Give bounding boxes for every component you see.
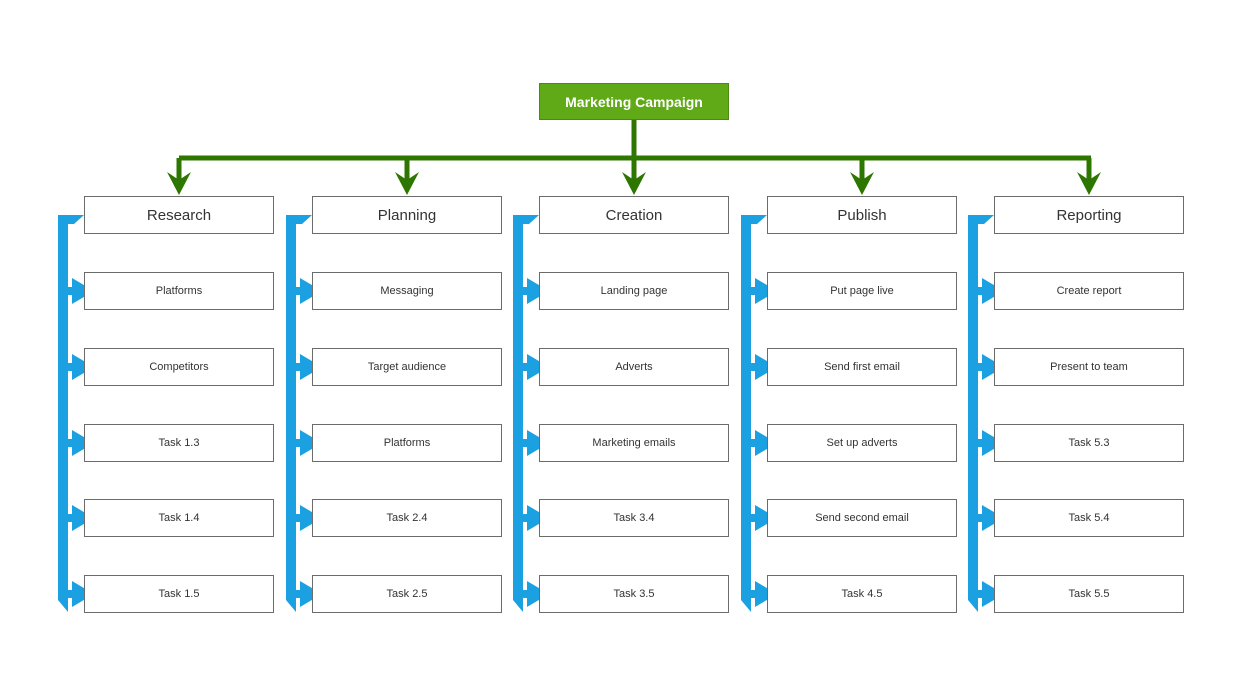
branch-stub	[58, 590, 72, 598]
phase-node-publish[interactable]: Publish	[767, 196, 957, 234]
task-node[interactable]: Task 1.5	[84, 575, 274, 613]
task-node[interactable]: Task 1.3	[84, 424, 274, 462]
task-node[interactable]: Send first email	[767, 348, 957, 386]
task-rail	[741, 215, 767, 612]
task-rail	[58, 215, 84, 612]
task-node[interactable]: Task 3.4	[539, 499, 729, 537]
task-node[interactable]: Task 1.4	[84, 499, 274, 537]
branch-stub	[968, 363, 982, 371]
task-rail	[968, 215, 994, 612]
branch-stub	[968, 287, 982, 295]
task-node[interactable]: Task 5.5	[994, 575, 1184, 613]
phase-node-planning[interactable]: Planning	[312, 196, 502, 234]
task-node[interactable]: Put page live	[767, 272, 957, 310]
branch-stub	[58, 514, 72, 522]
task-node[interactable]: Landing page	[539, 272, 729, 310]
branch-stub	[513, 287, 527, 295]
branch-stub	[741, 363, 755, 371]
root-node-marketing-campaign[interactable]: Marketing Campaign	[539, 83, 729, 120]
task-node[interactable]: Task 5.4	[994, 499, 1184, 537]
task-node[interactable]: Messaging	[312, 272, 502, 310]
task-node[interactable]: Present to team	[994, 348, 1184, 386]
task-node[interactable]: Competitors	[84, 348, 274, 386]
branch-stub	[513, 439, 527, 447]
phase-node-reporting[interactable]: Reporting	[994, 196, 1184, 234]
task-rail	[513, 215, 539, 612]
branch-stub	[58, 287, 72, 295]
task-node[interactable]: Send second email	[767, 499, 957, 537]
task-node[interactable]: Task 5.3	[994, 424, 1184, 462]
task-node[interactable]: Task 2.4	[312, 499, 502, 537]
branch-stub	[741, 287, 755, 295]
task-node[interactable]: Create report	[994, 272, 1184, 310]
branch-stub	[968, 590, 982, 598]
root-connectors	[167, 120, 1101, 195]
branch-stub	[968, 514, 982, 522]
task-node[interactable]: Adverts	[539, 348, 729, 386]
branch-stub	[513, 590, 527, 598]
branch-stub	[741, 514, 755, 522]
task-node[interactable]: Platforms	[84, 272, 274, 310]
task-node[interactable]: Platforms	[312, 424, 502, 462]
task-node[interactable]: Marketing emails	[539, 424, 729, 462]
phase-node-research[interactable]: Research	[84, 196, 274, 234]
task-node[interactable]: Task 2.5	[312, 575, 502, 613]
phase-node-creation[interactable]: Creation	[539, 196, 729, 234]
branch-stub	[286, 363, 300, 371]
task-node[interactable]: Task 3.5	[539, 575, 729, 613]
branch-stub	[513, 363, 527, 371]
task-node[interactable]: Set up adverts	[767, 424, 957, 462]
task-rail	[286, 215, 312, 612]
branch-stub	[286, 439, 300, 447]
task-node[interactable]: Target audience	[312, 348, 502, 386]
task-node[interactable]: Task 4.5	[767, 575, 957, 613]
branch-stub	[286, 590, 300, 598]
branch-stub	[741, 439, 755, 447]
branch-stub	[286, 514, 300, 522]
branch-stub	[741, 590, 755, 598]
branch-stub	[58, 363, 72, 371]
branch-stub	[58, 439, 72, 447]
branch-stub	[286, 287, 300, 295]
branch-stub	[968, 439, 982, 447]
branch-stub	[513, 514, 527, 522]
